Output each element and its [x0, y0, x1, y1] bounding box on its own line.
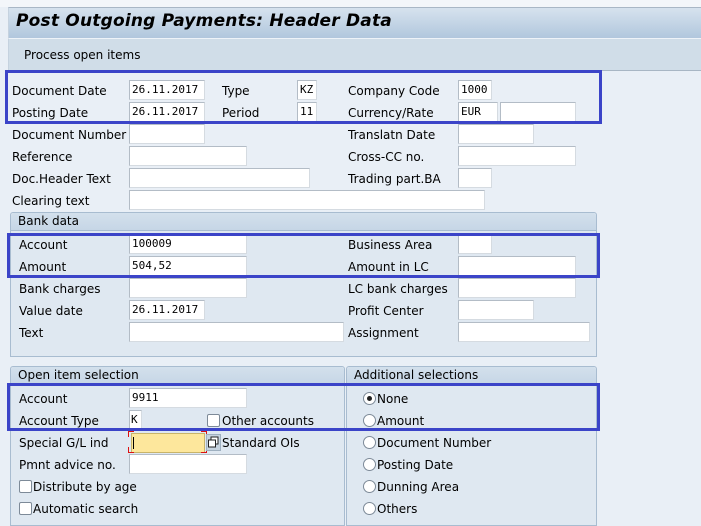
assignment-label: Assignment: [348, 326, 419, 340]
clearing-text-label: Clearing text: [12, 194, 90, 208]
window-top-strip: [0, 0, 701, 7]
clearing-text-field[interactable]: [129, 190, 485, 210]
lc-bank-charges-label: LC bank charges: [348, 282, 448, 296]
value-help-icon: [208, 436, 219, 448]
profit-center-field[interactable]: [458, 300, 534, 320]
trading-part-ba-field[interactable]: [458, 168, 492, 188]
value-date-field[interactable]: 26.11.2017: [129, 300, 205, 320]
pmnt-advice-no-label: Pmnt advice no.: [19, 458, 116, 472]
company-code-field[interactable]: 1000: [458, 80, 492, 100]
text-field[interactable]: [129, 322, 344, 342]
posting-date-field[interactable]: 26.11.2017: [129, 102, 205, 122]
automatic-search-checkbox[interactable]: [19, 502, 32, 515]
open-item-selection-title: Open item selection: [11, 367, 344, 385]
automatic-search-label: Automatic search: [33, 502, 139, 516]
translatn-date-label: Translatn Date: [348, 128, 436, 142]
document-number-label: Document Number: [12, 128, 127, 142]
amount-in-lc-label: Amount in LC: [348, 260, 429, 274]
special-gl-ind-field[interactable]: [131, 433, 205, 453]
document-date-label: Document Date: [12, 84, 107, 98]
bank-charges-field[interactable]: [129, 278, 247, 298]
other-accounts-label: Other accounts: [222, 414, 314, 428]
account-type-label: Account Type: [19, 414, 99, 428]
radio-amount-label: Amount: [377, 414, 425, 428]
radio-posting-date[interactable]: [363, 458, 376, 471]
radio-document-number-label: Document Number: [377, 436, 492, 450]
value-date-label: Value date: [19, 304, 83, 318]
pmnt-advice-no-field[interactable]: [129, 454, 247, 474]
text-label: Text: [19, 326, 44, 340]
radio-dunning-area[interactable]: [363, 480, 376, 493]
bank-charges-label: Bank charges: [19, 282, 101, 296]
type-label: Type: [222, 84, 250, 98]
doc-header-text-label: Doc.Header Text: [12, 172, 111, 186]
radio-posting-date-label: Posting Date: [377, 458, 454, 472]
distribute-by-age-checkbox[interactable]: [19, 480, 32, 493]
amount-field[interactable]: 504,52: [129, 256, 247, 276]
radio-others-label: Others: [377, 502, 418, 516]
business-area-label: Business Area: [348, 238, 433, 252]
radio-none-label: None: [377, 392, 409, 406]
value-help-button[interactable]: [206, 434, 221, 451]
bank-account-field[interactable]: 100009: [129, 234, 247, 254]
assignment-field[interactable]: [458, 322, 590, 342]
process-open-items-button[interactable]: Process open items: [24, 47, 140, 63]
company-code-label: Company Code: [348, 84, 440, 98]
amount-label: Amount: [19, 260, 67, 274]
exchange-rate-field[interactable]: [500, 102, 576, 122]
cross-cc-no-label: Cross-CC no.: [348, 150, 425, 164]
document-date-field[interactable]: 26.11.2017: [129, 80, 205, 100]
radio-dunning-area-label: Dunning Area: [377, 480, 460, 494]
reference-label: Reference: [12, 150, 73, 164]
other-accounts-checkbox[interactable]: [207, 414, 220, 427]
radio-amount[interactable]: [363, 414, 376, 427]
amount-in-lc-field[interactable]: [458, 256, 576, 276]
profit-center-label: Profit Center: [348, 304, 424, 318]
type-field[interactable]: KZ: [297, 80, 317, 100]
radio-document-number[interactable]: [363, 436, 376, 449]
translatn-date-field[interactable]: [458, 124, 534, 144]
period-label: Period: [222, 106, 260, 120]
oi-account-label: Account: [19, 392, 68, 406]
reference-field[interactable]: [129, 146, 247, 166]
page-title: Post Outgoing Payments: Header Data: [16, 11, 392, 31]
required-marker-tl: [128, 431, 134, 437]
account-type-field[interactable]: K: [129, 410, 142, 430]
lc-bank-charges-field[interactable]: [458, 278, 576, 298]
distribute-by-age-label: Distribute by age: [33, 480, 137, 494]
cross-cc-no-field[interactable]: [458, 146, 576, 166]
standard-ois-label: Standard OIs: [222, 436, 300, 450]
bank-account-label: Account: [19, 238, 68, 252]
posting-date-label: Posting Date: [12, 106, 89, 120]
period-field[interactable]: 11: [297, 102, 317, 122]
document-number-field[interactable]: [129, 124, 205, 144]
currency-rate-label: Currency/Rate: [348, 106, 434, 120]
oi-account-field[interactable]: 9911: [129, 388, 247, 408]
special-gl-ind-label: Special G/L ind: [19, 436, 109, 450]
doc-header-text-field[interactable]: [129, 168, 310, 188]
radio-others[interactable]: [363, 502, 376, 515]
currency-field[interactable]: EUR: [458, 102, 498, 122]
business-area-field[interactable]: [458, 234, 492, 254]
bank-data-title: Bank data: [11, 213, 596, 231]
trading-part-ba-label: Trading part.BA: [348, 172, 441, 186]
required-marker-bl: [128, 447, 134, 453]
additional-selections-title: Additional selections: [347, 367, 596, 385]
radio-none[interactable]: [363, 392, 376, 405]
